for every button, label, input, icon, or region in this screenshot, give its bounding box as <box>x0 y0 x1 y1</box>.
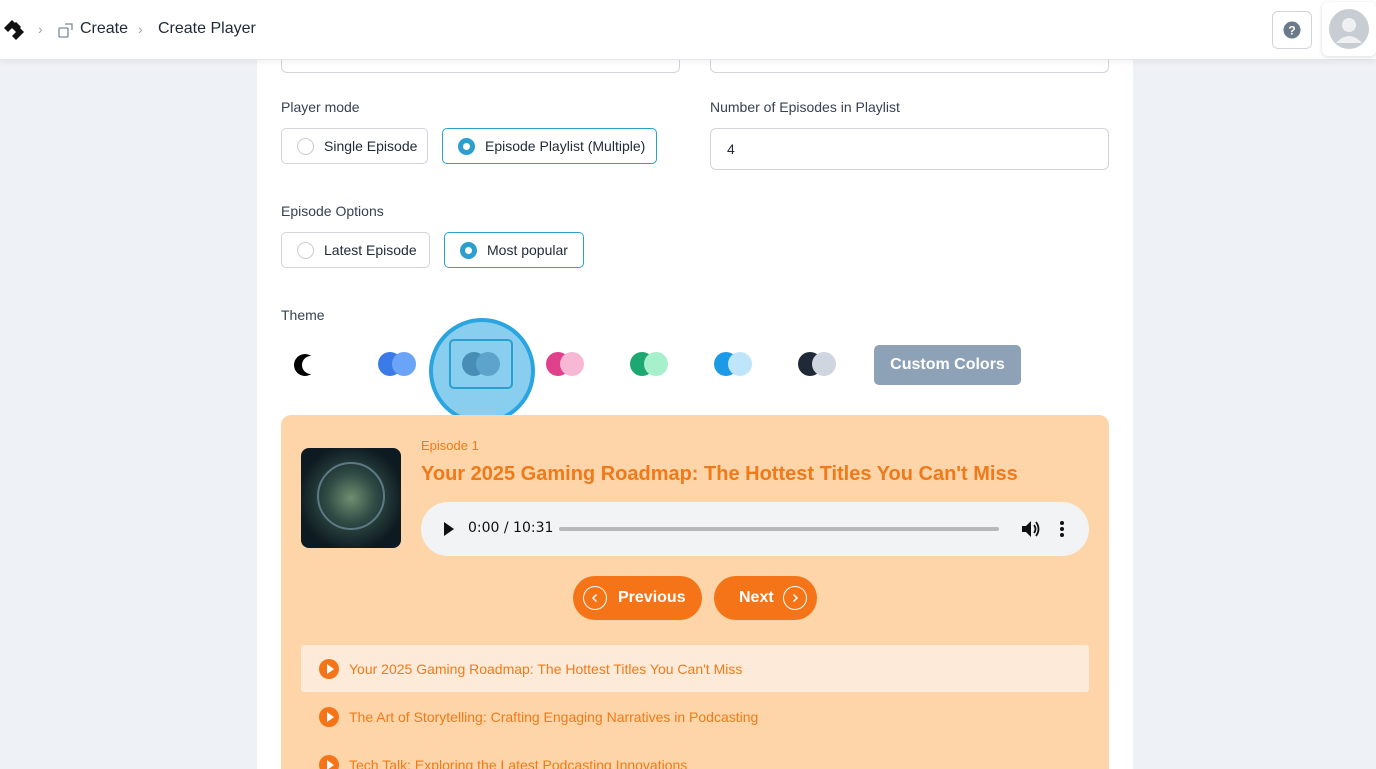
swatch-color-2 <box>392 352 416 376</box>
theme-label: Theme <box>281 307 325 323</box>
player-mode-label: Player mode <box>281 99 360 115</box>
breadcrumb-create[interactable]: Create <box>80 20 128 38</box>
custom-colors-button[interactable]: Custom Colors <box>874 345 1021 385</box>
radio-button-icon <box>297 137 314 155</box>
logo-icon[interactable] <box>2 18 26 42</box>
playlist-item[interactable]: The Art of Storytelling: Crafting Engagi… <box>301 693 1089 740</box>
user-icon <box>1329 9 1369 49</box>
selected-theme-frame <box>449 339 513 389</box>
playlist-item-title: Your 2025 Gaming Roadmap: The Hottest Ti… <box>349 660 743 677</box>
play-circle-icon <box>319 658 339 679</box>
music-note-icon <box>58 23 73 38</box>
radio-latest-episode[interactable]: Latest Episode <box>281 232 430 268</box>
chevron-right-icon: › <box>38 21 43 37</box>
play-circle-icon <box>319 754 339 769</box>
next-button[interactable]: Next <box>714 576 817 620</box>
episode-cover-image <box>301 448 401 548</box>
playlist-item[interactable]: Tech Talk: Exploring the Latest Podcasti… <box>301 741 1089 769</box>
theme-dark-mode[interactable] <box>293 352 333 378</box>
episodes-count-input[interactable]: 4 <box>710 128 1109 170</box>
swatch-color-2 <box>728 352 752 376</box>
breadcrumb-create-player: Create Player <box>158 20 256 37</box>
swatch-color-2 <box>644 352 668 376</box>
audio-progress-bar[interactable] <box>559 527 999 531</box>
playlist-item[interactable]: Your 2025 Gaming Roadmap: The Hottest Ti… <box>301 645 1089 692</box>
audio-player: 0:00 / 10:31 <box>421 502 1089 556</box>
help-button[interactable]: ? <box>1272 11 1312 49</box>
create-player-form: Player mode Single Episode Episode Playl… <box>257 0 1133 769</box>
radio-single-episode[interactable]: Single Episode <box>281 128 428 164</box>
theme-slate[interactable] <box>798 352 838 378</box>
previous-label: Previous <box>618 589 686 606</box>
play-circle-icon <box>319 706 339 727</box>
episodes-count-label: Number of Episodes in Playlist <box>710 99 900 115</box>
radio-label: Episode Playlist (Multiple) <box>485 138 646 154</box>
chevron-right-icon: › <box>138 21 143 37</box>
radio-episode-playlist[interactable]: Episode Playlist (Multiple) <box>442 128 657 164</box>
theme-sky[interactable] <box>714 352 754 378</box>
swatch-color-2 <box>560 352 584 376</box>
play-icon[interactable] <box>444 522 454 536</box>
audio-time: 0:00 / 10:31 <box>468 520 554 536</box>
theme-blue[interactable] <box>378 352 418 378</box>
radio-button-icon <box>460 241 477 259</box>
swatch-color-2 <box>812 352 836 376</box>
next-label: Next <box>739 589 774 606</box>
episode-options-label: Episode Options <box>281 203 384 219</box>
avatar[interactable] <box>1322 2 1376 56</box>
moon-icon <box>294 354 320 376</box>
radio-button-icon <box>458 137 475 155</box>
chevron-left-icon <box>583 586 607 610</box>
radio-label: Single Episode <box>324 138 418 154</box>
theme-green[interactable] <box>630 352 670 378</box>
chevron-right-icon <box>782 586 807 610</box>
radio-button-icon <box>297 241 314 259</box>
theme-pink[interactable] <box>546 352 586 378</box>
radio-label: Most popular <box>487 242 568 258</box>
top-bar: › Create › Create Player ? <box>0 0 1376 60</box>
playlist-item-title: The Art of Storytelling: Crafting Engagi… <box>349 708 759 725</box>
radio-most-popular[interactable]: Most popular <box>444 232 584 268</box>
help-icon: ? <box>1283 21 1301 39</box>
player-preview: Episode 1 Your 2025 Gaming Roadmap: The … <box>281 415 1109 769</box>
radio-label: Latest Episode <box>324 242 417 258</box>
episode-number-label: Episode 1 <box>421 438 479 453</box>
previous-button[interactable]: Previous <box>573 576 702 620</box>
svg-text:?: ? <box>1288 24 1295 38</box>
episode-title: Your 2025 Gaming Roadmap: The Hottest Ti… <box>421 463 1018 485</box>
more-options-icon[interactable] <box>1059 520 1065 538</box>
playlist-item-title: Tech Talk: Exploring the Latest Podcasti… <box>349 756 688 769</box>
volume-icon[interactable] <box>1021 520 1041 538</box>
